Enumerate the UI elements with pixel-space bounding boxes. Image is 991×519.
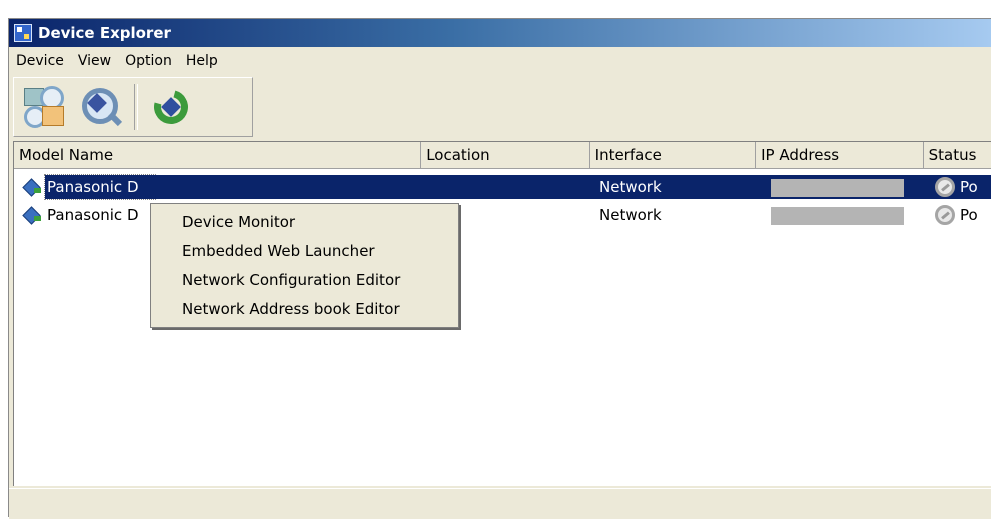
ip-address-redacted bbox=[771, 179, 904, 197]
menu-bar: Device View Option Help bbox=[9, 48, 991, 74]
search-device-icon[interactable] bbox=[78, 84, 124, 130]
device-icon bbox=[22, 206, 41, 225]
table-row[interactable]: Panasonic D Network Po bbox=[14, 174, 991, 200]
list-header: Model Name Location Interface IP Address… bbox=[14, 142, 991, 169]
refresh-icon[interactable] bbox=[147, 83, 195, 131]
context-menu: Device Monitor Embedded Web Launcher Net… bbox=[150, 203, 459, 328]
toolbar bbox=[13, 77, 253, 137]
cell-interface: Network bbox=[599, 178, 662, 196]
menu-item-network-configuration-editor[interactable]: Network Configuration Editor bbox=[151, 266, 458, 295]
device-icon bbox=[22, 178, 41, 197]
cell-status: Po bbox=[960, 178, 978, 196]
status-bar bbox=[9, 488, 991, 519]
column-interface[interactable]: Interface bbox=[589, 142, 757, 169]
column-status[interactable]: Status bbox=[923, 142, 991, 169]
menu-item-network-address-book-editor[interactable]: Network Address book Editor bbox=[151, 295, 458, 324]
device-tree-icon[interactable] bbox=[22, 84, 68, 130]
status-icon bbox=[935, 177, 955, 197]
cell-status: Po bbox=[960, 206, 978, 224]
cell-model: Panasonic D bbox=[47, 178, 139, 196]
title-bar[interactable]: Device Explorer bbox=[9, 19, 991, 47]
menu-view[interactable]: View bbox=[71, 53, 118, 69]
cell-model: Panasonic D bbox=[47, 206, 139, 224]
window-title: Device Explorer bbox=[38, 24, 171, 42]
menu-device[interactable]: Device bbox=[9, 53, 71, 69]
menu-item-embedded-web-launcher[interactable]: Embedded Web Launcher bbox=[151, 237, 458, 266]
menu-option[interactable]: Option bbox=[118, 53, 179, 69]
column-location[interactable]: Location bbox=[421, 142, 590, 169]
app-icon bbox=[14, 24, 32, 42]
ip-address-redacted bbox=[771, 207, 904, 225]
column-ip-address[interactable]: IP Address bbox=[756, 142, 924, 169]
cell-interface: Network bbox=[599, 206, 662, 224]
column-model-name[interactable]: Model Name bbox=[14, 142, 422, 169]
menu-help[interactable]: Help bbox=[179, 53, 225, 69]
toolbar-separator bbox=[134, 84, 138, 130]
status-icon bbox=[935, 205, 955, 225]
menu-item-device-monitor[interactable]: Device Monitor bbox=[151, 208, 458, 237]
